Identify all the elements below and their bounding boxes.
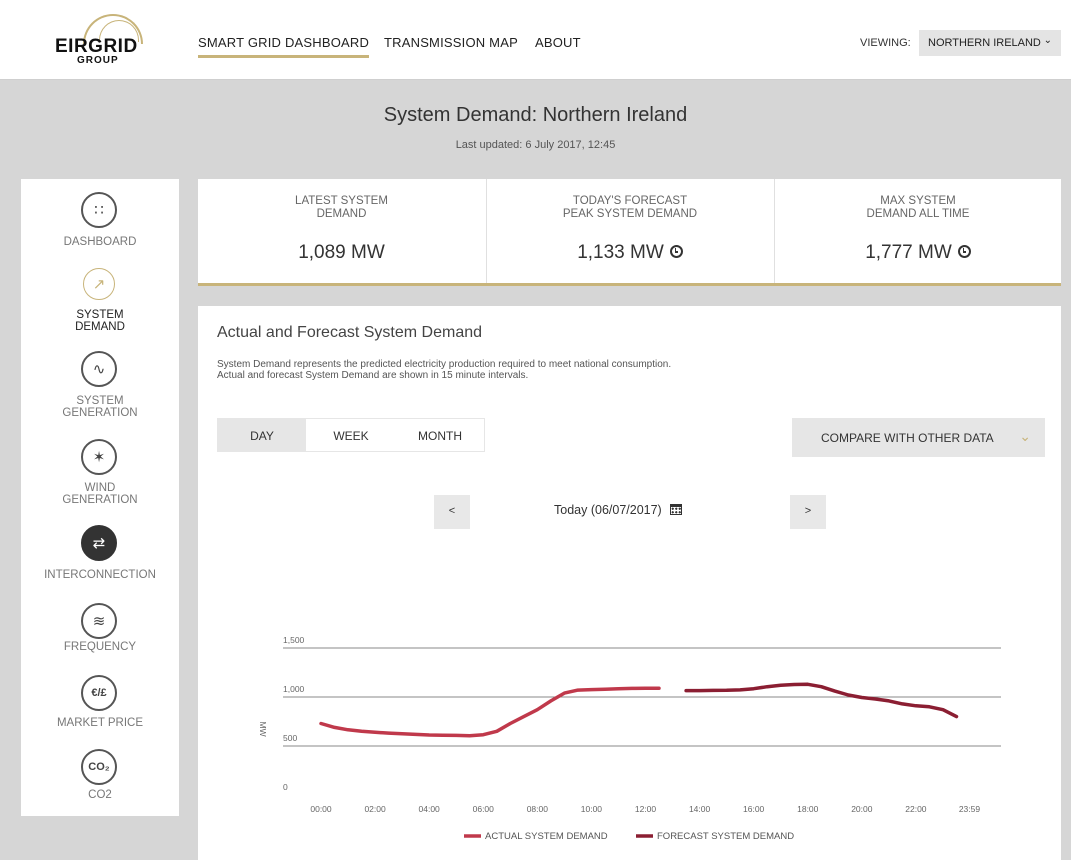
legend-label-forecast: FORECAST SYSTEM DEMAND — [657, 831, 794, 842]
sidebar-item-label: SYSTEM — [76, 309, 124, 321]
kpi-value: 1,089 MW — [198, 242, 485, 264]
x-tick-label: 18:00 — [797, 804, 819, 814]
x-tick-label: 02:00 — [364, 804, 386, 814]
last-updated: Last updated: 6 July 2017, 12:45 — [455, 139, 616, 151]
forecast-demand-line — [684, 682, 959, 719]
x-tick-label: 06:00 — [473, 804, 495, 814]
demand-panel: Actual and Forecast System Demand System… — [198, 306, 1061, 860]
region-select[interactable]: NORTHERN IRELAND ⌄ — [919, 30, 1061, 56]
sidebar-item-label: SYSTEM — [76, 395, 124, 407]
kpi-max-all-time: MAX SYSTEM DEMAND ALL TIME 1,777 MW — [774, 179, 1061, 283]
sidebar-item-label: DEMAND — [75, 321, 125, 333]
kpi-forecast-peak: TODAY'S FORECAST PEAK SYSTEM DEMAND 1,133… — [486, 179, 773, 283]
y-tick-label: 1,000 — [283, 684, 305, 694]
kpi-value-text: 1,089 MW — [298, 242, 385, 263]
y-axis-label: MW — [258, 722, 268, 737]
sidebar-item-label: GENERATION — [62, 494, 138, 506]
nav-smart-grid-dashboard[interactable]: SMART GRID DASHBOARD — [198, 35, 370, 58]
sidebar-item-label: INTERCONNECTION — [44, 569, 156, 581]
clock-icon[interactable] — [669, 245, 683, 258]
co2-icon: CO₂ — [81, 749, 117, 785]
nav-about[interactable]: ABOUT — [535, 35, 581, 50]
eirgrid-logo[interactable]: EIRGRID GROUP — [55, 14, 155, 66]
sidebar-item-label: FREQUENCY — [63, 641, 137, 653]
x-tick-label: 00:00 — [310, 804, 332, 814]
sidebar-item-label: GENERATION — [62, 407, 138, 419]
x-tick-label: 22:00 — [905, 804, 927, 814]
kpi-cards: LATEST SYSTEM DEMAND 1,089 MW TODAY'S FOR… — [198, 179, 1061, 286]
kpi-value-text: 1,777 MW — [865, 242, 952, 263]
kpi-value: 1,777 MW — [775, 242, 1061, 264]
kpi-label-line: PEAK SYSTEM DEMAND — [562, 208, 698, 220]
x-tick-label: 12:00 — [635, 804, 657, 814]
x-tick-label: 08:00 — [527, 804, 549, 814]
y-tick-label: 500 — [283, 733, 297, 743]
y-tick-label: 1,500 — [283, 635, 305, 645]
actual-demand-line — [319, 686, 661, 738]
kpi-label: TODAY'S FORECAST PEAK SYSTEM DEMAND — [487, 195, 773, 221]
sine-wave-icon: ∿ — [81, 351, 117, 387]
x-tick-label: 23:59 — [959, 804, 981, 814]
wind-turbine-icon: ✶ — [81, 439, 117, 475]
viewing-label: VIEWING: — [860, 37, 911, 49]
kpi-label-line: LATEST SYSTEM — [295, 195, 388, 207]
x-tick-label: 20:00 — [851, 804, 873, 814]
kpi-label-line: MAX SYSTEM — [880, 195, 956, 207]
chevron-down-icon: ⌄ — [1043, 35, 1052, 46]
page-title: System Demand: Northern Ireland — [383, 104, 688, 126]
sidebar-item-label: CO2 — [88, 789, 112, 801]
kpi-value: 1,133 MW — [487, 242, 773, 264]
kpi-label: MAX SYSTEM DEMAND ALL TIME — [775, 195, 1061, 221]
kpi-value-text: 1,133 MW — [577, 242, 664, 263]
y-tick-label: 0 — [283, 782, 288, 792]
kpi-label: LATEST SYSTEM DEMAND — [198, 195, 485, 221]
top-header: EIRGRID GROUP SMART GRID DASHBOARD TRANS… — [0, 0, 1071, 80]
line-chart-icon: ↗ — [83, 268, 115, 300]
x-tick-label: 10:00 — [581, 804, 603, 814]
x-tick-label: 14:00 — [689, 804, 711, 814]
sidebar-item-label: WIND — [84, 482, 116, 494]
demand-chart: 0 500 1,000 1,500 MW 00:00 02:00 04:00 06:00 08:0… — [258, 635, 1001, 842]
region-select-value: NORTHERN IRELAND — [928, 37, 1041, 49]
currency-icon: €/£ — [81, 675, 117, 711]
kpi-label-line: TODAY'S FORECAST — [572, 195, 688, 207]
x-tick-label: 04:00 — [419, 804, 441, 814]
sidebar: ∷ DASHBOARD ↗ SYSTEM DEMAND ∿ SYSTEM GEN… — [21, 179, 179, 816]
sidebar-item-label: MARKET PRICE — [56, 717, 144, 729]
x-tick-label: 16:00 — [743, 804, 765, 814]
frequency-icon: ≋ — [81, 603, 117, 639]
nav-transmission-map[interactable]: TRANSMISSION MAP — [384, 35, 518, 50]
kpi-label-line: DEMAND ALL TIME — [866, 208, 970, 220]
grid-icon: ∷ — [81, 192, 117, 228]
logo-subtext: GROUP — [77, 55, 119, 66]
kpi-label-line: DEMAND — [316, 208, 367, 220]
kpi-latest-demand: LATEST SYSTEM DEMAND 1,089 MW — [198, 179, 485, 283]
sidebar-item-label: DASHBOARD — [63, 236, 137, 248]
interconnection-icon: ⇄ — [81, 525, 117, 561]
clock-icon[interactable] — [957, 245, 971, 258]
legend-label-actual: ACTUAL SYSTEM DEMAND — [485, 831, 608, 842]
